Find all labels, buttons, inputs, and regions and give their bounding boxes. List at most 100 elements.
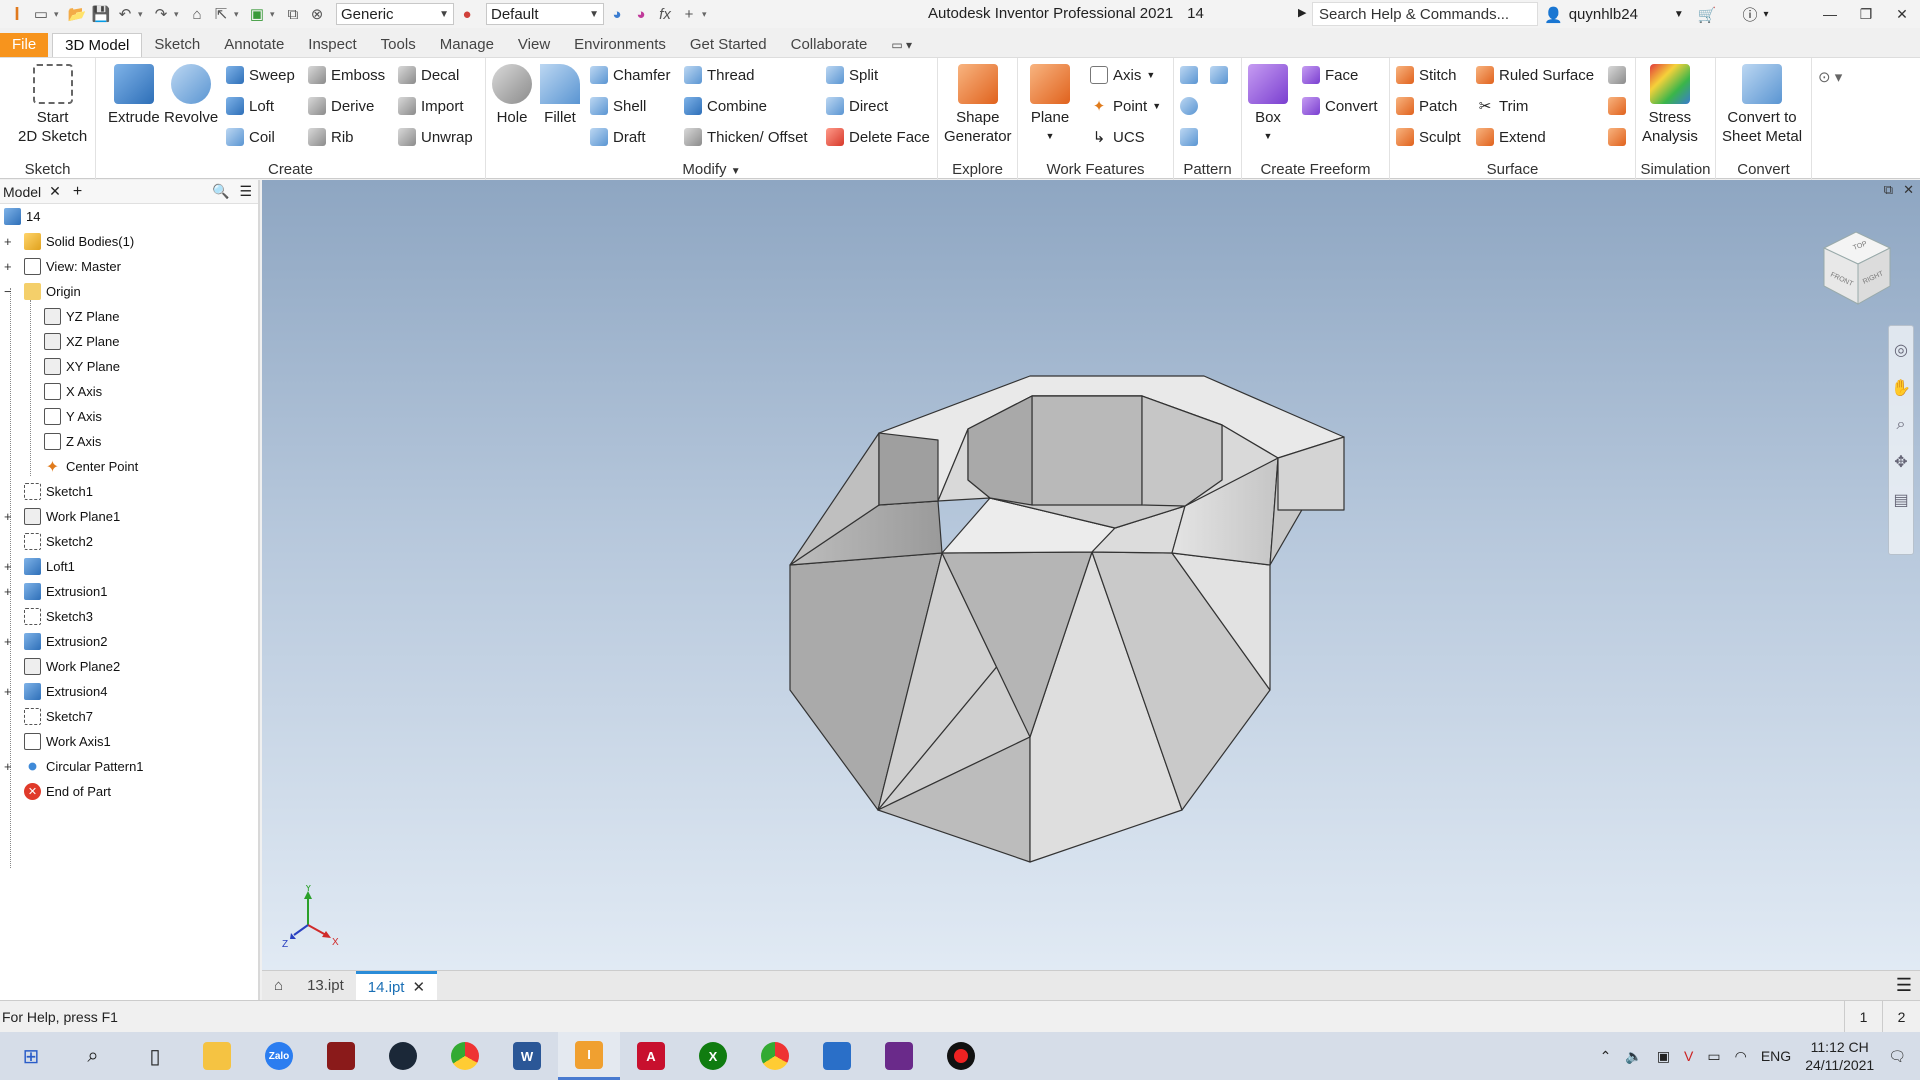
antivirus-icon[interactable]: V	[1684, 1048, 1693, 1064]
emboss-button[interactable]: Emboss	[308, 66, 385, 84]
thicken-offset-button[interactable]: Thicken/ Offset	[684, 128, 808, 146]
tree-node-sketch2[interactable]: Sketch2	[24, 529, 93, 554]
tree-node-view-master[interactable]: + View: Master	[4, 254, 121, 279]
undo-icon[interactable]: ↶	[114, 3, 136, 25]
tab-environments[interactable]: Environments	[562, 33, 678, 57]
steam-icon[interactable]	[372, 1032, 434, 1080]
extrude-button[interactable]: Extrude	[108, 64, 160, 127]
user-account[interactable]: 👤 quynhlb24 ▼ 🛒 ⓘ ▾	[1544, 4, 1769, 25]
tree-node-origin[interactable]: − Origin	[4, 279, 81, 304]
trim-button[interactable]: ✂ Trim	[1476, 97, 1529, 116]
volume-icon[interactable]: 🔈	[1625, 1048, 1642, 1065]
zoom-icon[interactable]: ⌕	[1897, 416, 1906, 434]
steering-wheel-icon[interactable]: ◎	[1894, 340, 1908, 360]
tree-node-center-point[interactable]: ✦ Center Point	[44, 454, 138, 479]
surface-extra-button-1[interactable]	[1608, 66, 1626, 84]
revolve-button[interactable]: Revolve	[164, 64, 218, 127]
thread-button[interactable]: Thread	[684, 66, 755, 84]
chrome-profile-icon[interactable]	[744, 1032, 806, 1080]
tree-node-z-axis[interactable]: Z Axis	[44, 429, 101, 454]
photos-icon[interactable]	[806, 1032, 868, 1080]
freeform-face-button[interactable]: Face	[1302, 66, 1358, 84]
notification-icon[interactable]: 🗨	[1888, 1048, 1906, 1065]
parameters-icon[interactable]: fx	[654, 3, 676, 25]
material-icon[interactable]: ⊗	[306, 3, 328, 25]
stitch-button[interactable]: Stitch	[1396, 66, 1457, 84]
box-button[interactable]: Box ▼	[1248, 64, 1288, 146]
new-icon[interactable]: ▭	[30, 3, 52, 25]
tree-node-xz-plane[interactable]: XZ Plane	[44, 329, 119, 354]
new-dropdown-icon[interactable]: ▾	[54, 9, 64, 20]
tab-tools[interactable]: Tools	[369, 33, 428, 57]
inventor-logo-icon[interactable]: I	[6, 3, 28, 25]
autocad-icon[interactable]: A	[620, 1032, 682, 1080]
undo-dropdown-icon[interactable]: ▾	[138, 9, 148, 20]
unwrap-button[interactable]: Unwrap	[398, 128, 473, 146]
appearance-icon[interactable]: ●	[456, 3, 478, 25]
delete-face-button[interactable]: Delete Face	[826, 128, 930, 146]
update-dropdown-icon[interactable]: ▾	[270, 9, 280, 20]
file-explorer-icon[interactable]	[186, 1032, 248, 1080]
fillet-button[interactable]: Fillet	[540, 64, 580, 127]
rib-button[interactable]: Rib	[308, 128, 354, 146]
pdf-app-icon[interactable]	[868, 1032, 930, 1080]
tree-node-solid-bodies[interactable]: + Solid Bodies(1)	[4, 229, 134, 254]
record-icon[interactable]	[930, 1032, 992, 1080]
tree-node-y-axis[interactable]: Y Axis	[44, 404, 102, 429]
redo-icon[interactable]: ↷	[150, 3, 172, 25]
home-icon[interactable]: ⌂	[186, 3, 208, 25]
start-2d-sketch-button[interactable]: Start 2D Sketch	[18, 64, 87, 146]
expand-icon[interactable]: +	[4, 634, 16, 649]
update-icon[interactable]: ▣	[246, 3, 268, 25]
help-icon[interactable]: ⓘ	[1743, 4, 1758, 25]
stress-analysis-button[interactable]: Stress Analysis	[1642, 64, 1698, 146]
tree-node-extrusion1[interactable]: + Extrusion1	[4, 579, 107, 604]
tree-node-sketch1[interactable]: Sketch1	[24, 479, 93, 504]
look-at-icon[interactable]: ▤	[1893, 490, 1908, 510]
zalo-icon[interactable]: Zalo	[248, 1032, 310, 1080]
close-icon[interactable]: ✕	[1884, 0, 1920, 28]
hole-button[interactable]: Hole	[492, 64, 532, 127]
select-icon[interactable]: ⇱	[210, 3, 232, 25]
derive-button[interactable]: Derive	[308, 97, 374, 115]
draft-button[interactable]: Draft	[590, 128, 646, 146]
direct-button[interactable]: Direct	[826, 97, 888, 115]
pan-icon[interactable]: ✋	[1891, 378, 1911, 398]
loft-button[interactable]: Loft	[226, 97, 274, 115]
plane-button[interactable]: Plane ▼	[1030, 64, 1070, 146]
panel-title-modify[interactable]: Modify ▼	[486, 161, 937, 178]
tree-node-end-of-part[interactable]: ✕ End of Part	[24, 779, 111, 804]
tree-node-x-axis[interactable]: X Axis	[44, 379, 102, 404]
tree-node-circular-pattern1[interactable]: + Circular Pattern1	[4, 754, 144, 779]
circular-pattern-button[interactable]	[1180, 97, 1198, 115]
point-button[interactable]: ✦ Point ▼	[1090, 97, 1161, 116]
tab-sketch[interactable]: Sketch	[142, 33, 212, 57]
search-help-input[interactable]: Search Help & Commands...	[1312, 2, 1538, 26]
save-icon[interactable]: 💾	[90, 3, 112, 25]
adjust-icon[interactable]: ◕	[606, 3, 628, 25]
shell-button[interactable]: Shell	[590, 97, 646, 115]
convert-sheet-metal-button[interactable]: Convert to Sheet Metal	[1722, 64, 1802, 146]
tree-node-xy-plane[interactable]: XY Plane	[44, 354, 120, 379]
shape-generator-button[interactable]: Shape Generator	[944, 64, 1012, 146]
expand-icon[interactable]: +	[4, 559, 16, 574]
menu-icon[interactable]: ☰	[239, 183, 252, 200]
tab-collaborate[interactable]: Collaborate	[779, 33, 880, 57]
decal-button[interactable]: Decal	[398, 66, 459, 84]
restore-icon[interactable]: ❐	[1848, 0, 1884, 28]
ribbon-display-icon[interactable]: ▭ ▾	[879, 33, 924, 57]
chevron-right-icon[interactable]: ▶	[1298, 6, 1306, 19]
tree-node-loft1[interactable]: + Loft1	[4, 554, 75, 579]
game-app-icon[interactable]	[310, 1032, 372, 1080]
axis-button[interactable]: Axis ▼	[1090, 66, 1155, 84]
tab-view[interactable]: View	[506, 33, 562, 57]
doc-tab-14[interactable]: 14.ipt ✕	[355, 970, 438, 1001]
tab-manage[interactable]: Manage	[428, 33, 506, 57]
ipart-icon[interactable]: ⧉	[282, 3, 304, 25]
network-device-icon[interactable]: ▣	[1657, 1048, 1670, 1065]
tree-root[interactable]: 14	[4, 204, 40, 229]
split-button[interactable]: Split	[826, 66, 878, 84]
material-combo[interactable]: Generic ▼	[336, 3, 454, 25]
chamfer-button[interactable]: Chamfer	[590, 66, 671, 84]
close-icon[interactable]: ✕	[49, 183, 61, 200]
